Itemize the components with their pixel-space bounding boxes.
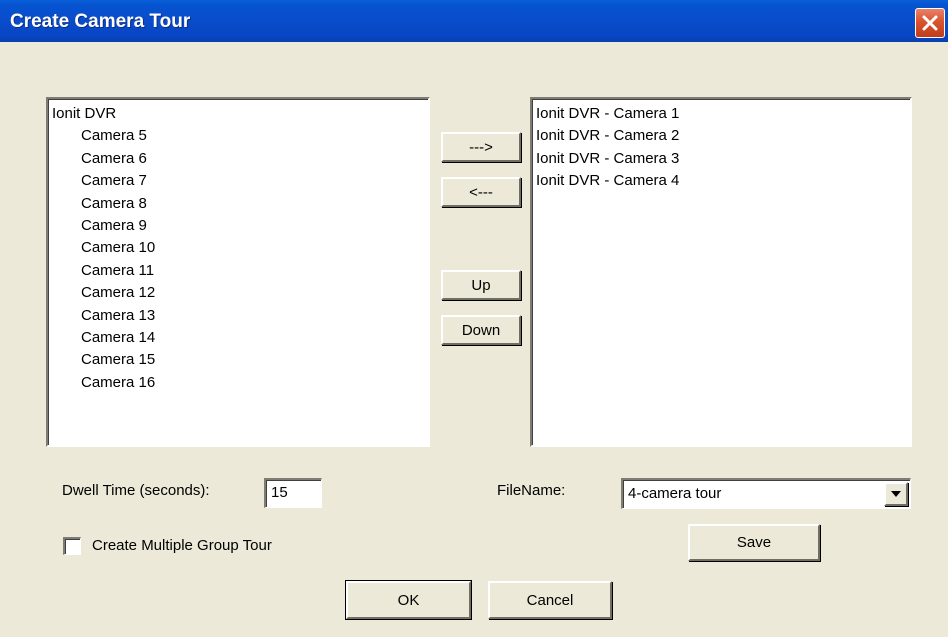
dwell-time-input[interactable]: 15 xyxy=(264,478,322,508)
list-item[interactable]: Camera 13 xyxy=(52,305,428,327)
list-item[interactable]: Camera 12 xyxy=(52,282,428,304)
remove-camera-button[interactable]: <--- xyxy=(441,177,521,207)
list-item[interactable]: Ionit DVR - Camera 3 xyxy=(536,148,910,170)
list-item[interactable]: Camera 8 xyxy=(52,193,428,215)
filename-dropdown-button[interactable] xyxy=(884,482,908,506)
list-item[interactable]: Camera 15 xyxy=(52,349,428,371)
list-item[interactable]: Camera 7 xyxy=(52,170,428,192)
chevron-down-icon xyxy=(891,491,901,497)
move-down-button[interactable]: Down xyxy=(441,315,521,345)
list-item-root[interactable]: Ionit DVR xyxy=(52,103,428,125)
list-item[interactable]: Camera 5 xyxy=(52,125,428,147)
list-item[interactable]: Ionit DVR - Camera 4 xyxy=(536,170,910,192)
list-item[interactable]: Camera 11 xyxy=(52,260,428,282)
ok-button[interactable]: OK xyxy=(345,580,472,620)
move-up-button[interactable]: Up xyxy=(441,270,521,300)
close-button[interactable] xyxy=(915,8,945,38)
close-icon xyxy=(922,15,938,31)
filename-combobox[interactable]: 4-camera tour xyxy=(621,478,911,509)
multiple-group-tour-checkbox[interactable] xyxy=(63,537,81,555)
filename-value: 4-camera tour xyxy=(628,485,722,502)
window-title: Create Camera Tour xyxy=(10,11,191,32)
save-button[interactable]: Save xyxy=(688,524,820,561)
list-item[interactable]: Ionit DVR - Camera 1 xyxy=(536,103,910,125)
add-camera-button[interactable]: ---> xyxy=(441,132,521,162)
dwell-time-label: Dwell Time (seconds): xyxy=(62,482,210,499)
title-bar: Create Camera Tour xyxy=(0,0,948,42)
list-item[interactable]: Camera 9 xyxy=(52,215,428,237)
list-item[interactable]: Camera 6 xyxy=(52,148,428,170)
list-item[interactable]: Ionit DVR - Camera 2 xyxy=(536,125,910,147)
filename-label: FileName: xyxy=(497,482,566,499)
cancel-button[interactable]: Cancel xyxy=(488,581,612,619)
multiple-group-tour-label[interactable]: Create Multiple Group Tour xyxy=(92,537,272,554)
list-item[interactable]: Camera 14 xyxy=(52,327,428,349)
list-item[interactable]: Camera 16 xyxy=(52,372,428,394)
tour-cameras-list[interactable]: Ionit DVR - Camera 1 Ionit DVR - Camera 2… xyxy=(530,97,912,447)
list-item[interactable]: Camera 10 xyxy=(52,237,428,259)
available-cameras-list[interactable]: Ionit DVR Camera 5 Camera 6 Camera 7 Camera… xyxy=(46,97,430,447)
